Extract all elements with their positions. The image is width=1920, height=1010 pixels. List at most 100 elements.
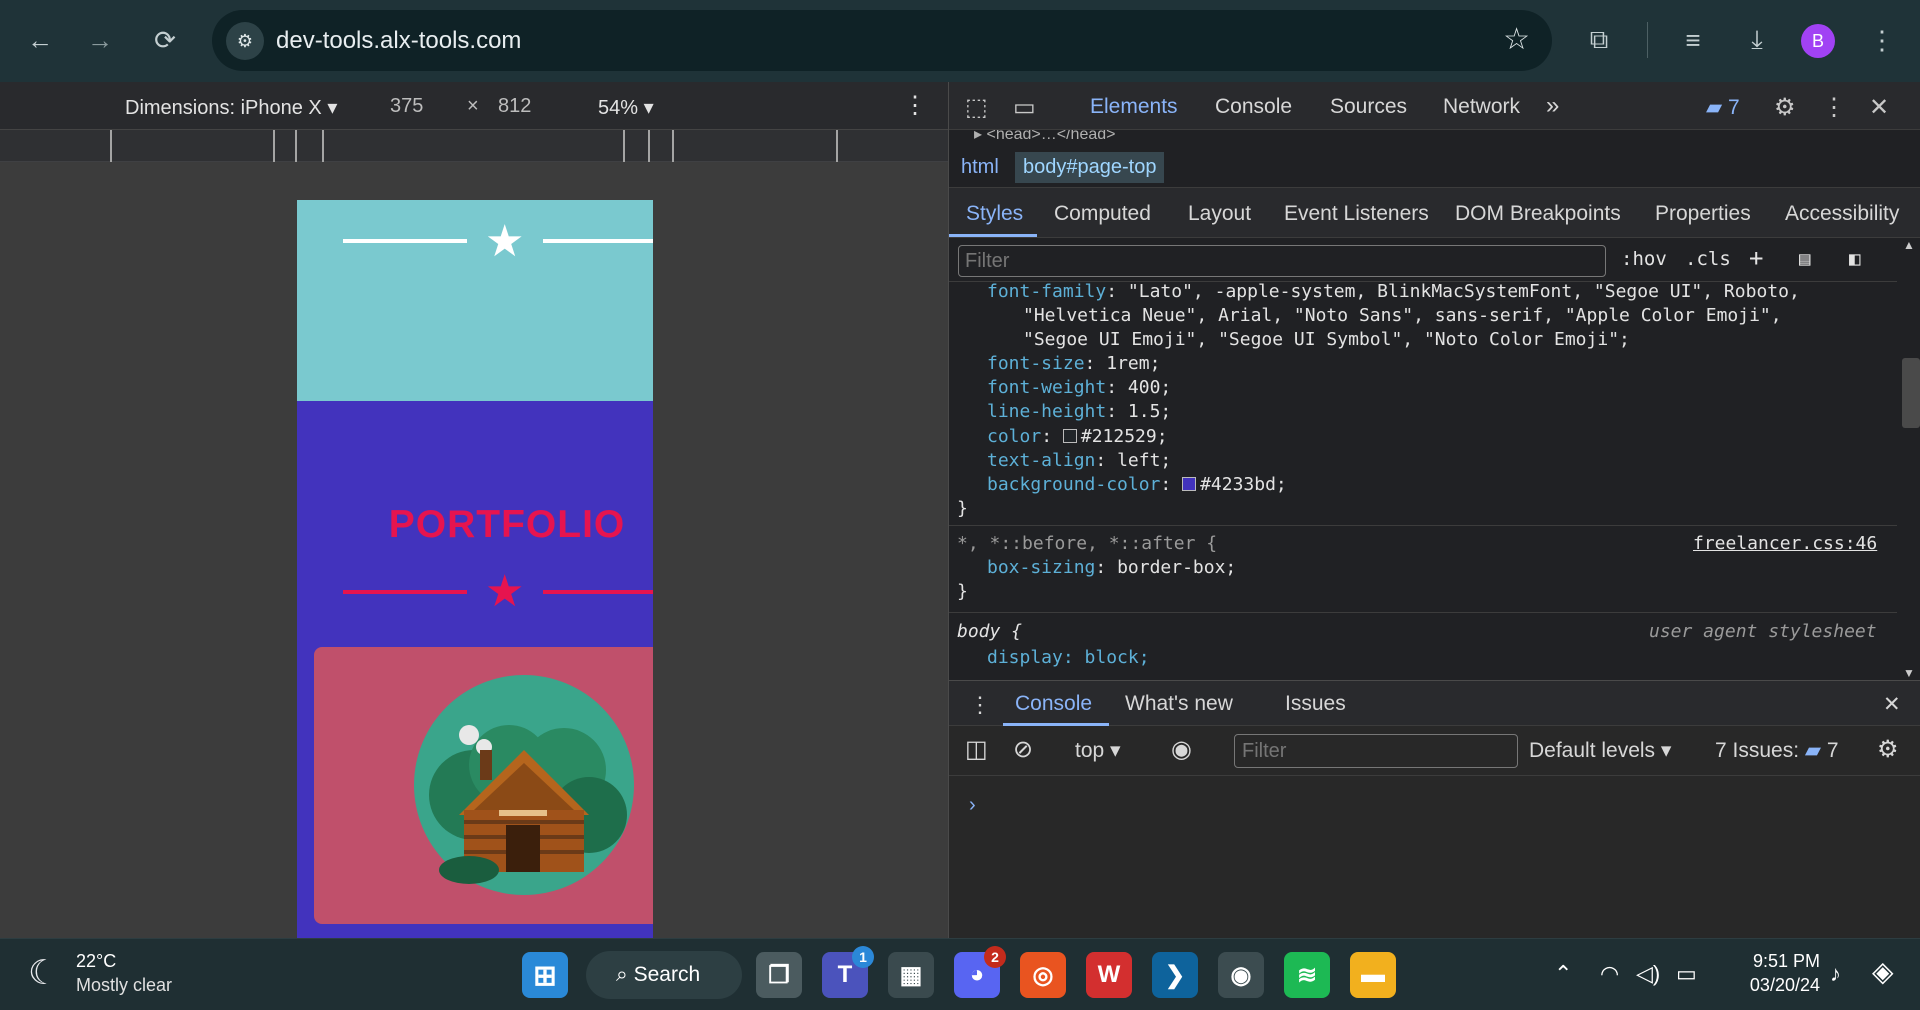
forward-icon[interactable]: → <box>80 20 120 60</box>
url-text[interactable]: dev-tools.alx-tools.com <box>276 27 521 55</box>
breadcrumb-body[interactable]: body#page-top <box>1015 152 1165 183</box>
tray-chevron-icon[interactable]: ⌃ <box>1554 961 1572 987</box>
media-queue-icon[interactable]: ≡ <box>1673 20 1713 60</box>
close-drawer-icon[interactable]: ✕ <box>1883 692 1901 717</box>
taskbar-clock[interactable]: 9:51 PM 03/20/24 <box>1720 949 1820 997</box>
tab-console[interactable]: Console <box>1215 95 1292 119</box>
prop-background-color[interactable]: background-color <box>987 474 1160 495</box>
value-font-size[interactable]: 1rem; <box>1106 353 1160 374</box>
styles-scrollbar[interactable]: ▲ ▼ <box>1897 238 1920 680</box>
weather-condition[interactable]: Mostly clear <box>76 975 172 996</box>
value-text-align[interactable]: left; <box>1117 450 1171 471</box>
notification-bell-icon[interactable]: ♪ <box>1830 961 1841 987</box>
spotify-icon[interactable]: ≋ <box>1284 952 1330 998</box>
extensions-icon[interactable]: ⧉ <box>1579 20 1619 60</box>
chrome-icon[interactable]: ◉ <box>1218 952 1264 998</box>
tab-computed[interactable]: Computed <box>1054 202 1151 226</box>
ubuntu-icon[interactable]: ◎ <box>1020 952 1066 998</box>
live-expression-eye-icon[interactable]: ◉ <box>1171 735 1192 764</box>
value-box-sizing[interactable]: border-box; <box>1117 557 1236 578</box>
prop-font-family[interactable]: font-family <box>987 282 1106 302</box>
wps-office-icon[interactable]: W <box>1086 952 1132 998</box>
wifi-icon[interactable]: ◠ <box>1600 961 1619 987</box>
zoom-select[interactable]: 54% ▾ <box>598 95 654 120</box>
universal-selector[interactable]: *, *::before, *::after { <box>957 533 1217 554</box>
address-bar[interactable]: ⚙ dev-tools.alx-tools.com ☆ <box>212 10 1552 71</box>
color-swatch[interactable] <box>1062 429 1077 443</box>
tab-accessibility[interactable]: Accessibility <box>1785 202 1899 226</box>
value-font-weight[interactable]: 400; <box>1128 377 1171 398</box>
console-filter-input[interactable] <box>1234 734 1518 768</box>
store-icon[interactable]: ▦ <box>888 952 934 998</box>
console-issues-link[interactable]: 7 Issues: ▰ 7 <box>1715 738 1839 763</box>
prop-font-weight[interactable]: font-weight <box>987 377 1106 398</box>
site-info-icon[interactable]: ⚙ <box>226 22 264 60</box>
device-select[interactable]: Dimensions: iPhone X ▾ <box>125 95 337 120</box>
value-color[interactable]: #212529; <box>1081 426 1168 447</box>
bookmark-star-icon[interactable]: ☆ <box>1503 22 1530 57</box>
download-icon[interactable]: ⤓ <box>1737 20 1777 60</box>
task-view-icon[interactable]: ❐ <box>756 952 802 998</box>
tab-elements[interactable]: Elements <box>1090 95 1178 119</box>
value-background-color[interactable]: #4233bd; <box>1200 474 1287 495</box>
tab-event-listeners[interactable]: Event Listeners <box>1284 202 1429 226</box>
paint-brush-icon[interactable]: ▤ <box>1799 248 1810 270</box>
height-field[interactable]: 812 <box>498 95 531 118</box>
avatar[interactable]: B <box>1801 24 1835 58</box>
device-toggle-icon[interactable]: ▭ <box>1013 93 1036 122</box>
prop-line-height[interactable]: line-height <box>987 401 1106 422</box>
weather-moon-icon[interactable]: ☾ <box>28 953 58 993</box>
body-selector[interactable]: body { <box>957 621 1022 642</box>
prop-display-partial[interactable]: display: block; <box>987 647 1150 668</box>
device-screen[interactable]: ★ PORTFOLIO ★ <box>297 200 653 938</box>
tab-network[interactable]: Network <box>1443 95 1520 119</box>
scroll-down-icon[interactable]: ▼ <box>1903 666 1915 680</box>
cls-toggle[interactable]: .cls <box>1685 248 1731 270</box>
width-field[interactable]: 375 <box>390 95 423 118</box>
inspect-element-icon[interactable]: ⬚ <box>965 93 988 122</box>
scroll-up-icon[interactable]: ▲ <box>1903 238 1915 252</box>
more-tabs-icon[interactable]: » <box>1546 92 1559 120</box>
tab-dom-breakpoints[interactable]: DOM Breakpoints <box>1455 202 1621 226</box>
context-select[interactable]: top ▾ <box>1075 738 1121 763</box>
teams-icon[interactable]: T1 <box>822 946 874 998</box>
device-more-icon[interactable]: ⋮ <box>903 91 927 120</box>
browser-menu-icon[interactable]: ⋮ <box>1862 20 1902 60</box>
dom-tree-row[interactable]: ▸ <head>…</head> <box>949 130 1920 144</box>
file-explorer-icon[interactable]: ▬ <box>1350 952 1396 998</box>
volume-icon[interactable]: ◁) <box>1636 961 1660 987</box>
close-devtools-icon[interactable]: ✕ <box>1869 93 1889 122</box>
console-prompt[interactable]: › <box>969 794 976 817</box>
reload-icon[interactable]: ⟳ <box>145 20 185 60</box>
prop-box-sizing[interactable]: box-sizing <box>987 557 1095 578</box>
copilot-icon[interactable]: ◈ <box>1872 955 1894 988</box>
battery-icon[interactable]: ▭ <box>1676 961 1697 987</box>
drawer-tab-whats-new[interactable]: What's new <box>1125 692 1233 716</box>
weather-temperature[interactable]: 22°C <box>76 951 116 972</box>
back-icon[interactable]: ← <box>20 20 60 60</box>
drawer-tab-console[interactable]: Console <box>1015 692 1092 716</box>
console-sidebar-icon[interactable]: ◫ <box>965 735 988 764</box>
clear-console-icon[interactable]: ⊘ <box>1013 735 1033 764</box>
log-levels-select[interactable]: Default levels ▾ <box>1529 738 1671 763</box>
settings-gear-icon[interactable]: ⚙ <box>1774 93 1796 122</box>
vscode-icon[interactable]: ❯ <box>1152 952 1198 998</box>
sidebar-toggle-icon[interactable]: ◧ <box>1849 248 1860 270</box>
value-font-family-1[interactable]: "Lato", -apple-system, BlinkMacSystemFon… <box>1128 282 1800 302</box>
breadcrumb-html[interactable]: html <box>953 152 1007 183</box>
tab-properties[interactable]: Properties <box>1655 202 1751 226</box>
styles-filter-input[interactable] <box>958 245 1606 277</box>
styles-pane[interactable]: font-family: "Lato", -apple-system, Blin… <box>949 282 1897 680</box>
console-settings-icon[interactable]: ⚙ <box>1877 735 1899 764</box>
prop-font-size[interactable]: font-size <box>987 353 1085 374</box>
media-query-ruler[interactable] <box>0 130 948 162</box>
portfolio-item-card[interactable] <box>314 647 653 924</box>
source-link[interactable]: freelancer.css:46 <box>1693 533 1877 554</box>
devtools-menu-icon[interactable]: ⋮ <box>1822 93 1846 122</box>
taskbar-search[interactable]: ⌕ Search <box>586 951 742 999</box>
value-line-height[interactable]: 1.5; <box>1128 401 1171 422</box>
scroll-thumb[interactable] <box>1902 358 1920 428</box>
tab-sources[interactable]: Sources <box>1330 95 1407 119</box>
start-button-icon[interactable]: ⊞ <box>522 952 568 998</box>
tab-styles[interactable]: Styles <box>966 202 1023 226</box>
